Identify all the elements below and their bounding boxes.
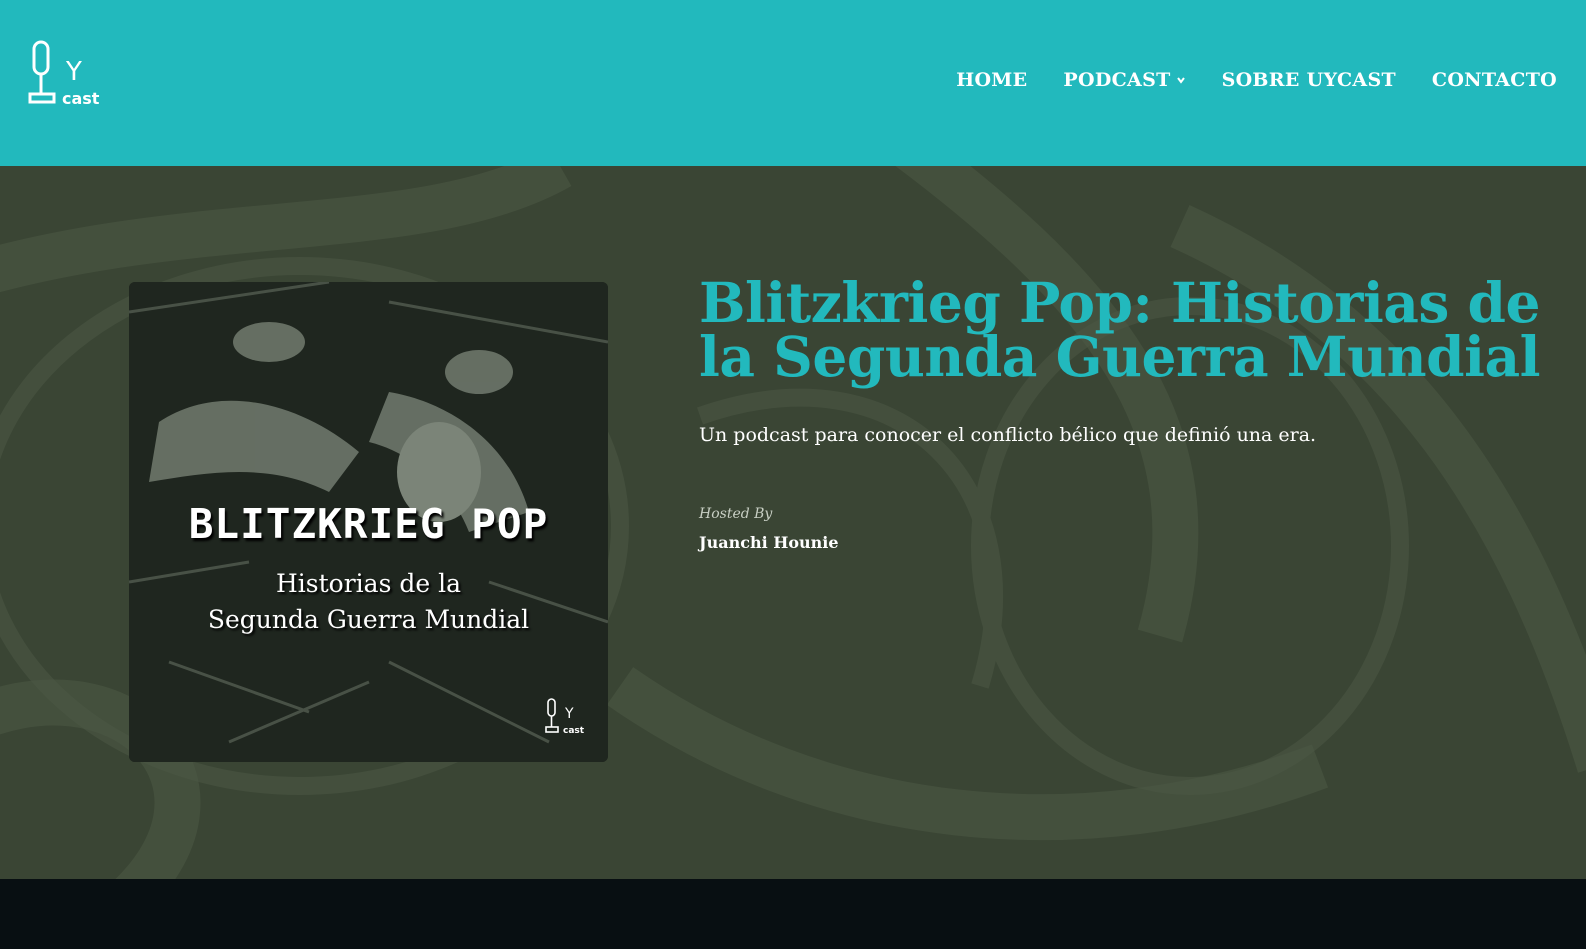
cover-title: BLITZKRIEG POP xyxy=(188,500,549,548)
nav-contacto[interactable]: CONTACTO xyxy=(1432,66,1557,94)
main-nav: HOME PODCAST SOBRE UYCAST CONTACTO xyxy=(956,66,1557,94)
podcast-title: Blitzkrieg Pop: Historias de la Segunda … xyxy=(699,270,1541,389)
podcast-info: Blitzkrieg Pop: Historias de la Segunda … xyxy=(699,270,1569,554)
logo-mark: Y xyxy=(65,57,82,87)
hosted-by-label: Hosted By xyxy=(699,506,773,522)
nav-sobre-uycast[interactable]: SOBRE UYCAST xyxy=(1222,66,1396,94)
nav-podcast-label: PODCAST xyxy=(1063,69,1171,91)
podcast-description: Un podcast para conocer el conflicto bél… xyxy=(699,424,1317,446)
cover-logo-mark: Y xyxy=(564,706,574,722)
nav-home-label: HOME xyxy=(956,69,1028,91)
cover-subtitle-line1: Historias de la xyxy=(276,569,461,598)
logo-word: cast xyxy=(62,89,100,108)
nav-podcast[interactable]: PODCAST xyxy=(1063,66,1185,94)
podcast-cover-art[interactable]: BLITZKRIEG POP Historias de la Segunda G… xyxy=(129,282,608,762)
cover-logo-word: cast xyxy=(563,726,584,736)
microphone-icon: Y cast xyxy=(545,698,584,736)
microphone-icon: Y cast xyxy=(28,40,100,108)
site-header: Y cast HOME PODCAST SOBRE UYCAST CONTACT… xyxy=(0,0,1586,166)
nav-sobre-uycast-label: SOBRE UYCAST xyxy=(1221,69,1396,91)
cover-uycast-logo: Y cast xyxy=(544,698,584,736)
chevron-down-icon xyxy=(1176,75,1186,85)
uycast-logo[interactable]: Y cast xyxy=(24,38,104,110)
footer-bar xyxy=(0,879,1586,949)
podcast-hero: BLITZKRIEG POP Historias de la Segunda G… xyxy=(0,166,1586,879)
nav-contacto-label: CONTACTO xyxy=(1431,69,1557,91)
host-name[interactable]: Juanchi Hounie xyxy=(699,532,1569,554)
cover-subtitle: Historias de la Segunda Guerra Mundial xyxy=(129,566,608,638)
cover-subtitle-line2: Segunda Guerra Mundial xyxy=(207,605,530,634)
nav-home[interactable]: HOME xyxy=(956,66,1027,94)
